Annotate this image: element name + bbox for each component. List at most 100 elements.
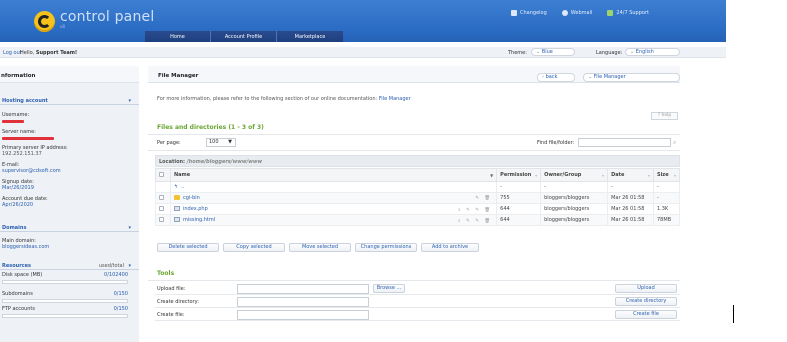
nav-account-profile[interactable]: Account Profile [211, 31, 277, 42]
top-header: control panel v8 Changelog Webmail 24/7 … [0, 0, 726, 42]
select-all-checkbox[interactable] [159, 171, 164, 177]
owner-cell: bloggers/bloggers [540, 203, 609, 215]
permission-cell[interactable]: 644 [496, 203, 542, 215]
file-name[interactable]: .. [181, 184, 184, 190]
upload-button[interactable]: Upload [615, 284, 677, 293]
nav-marketplace[interactable]: Marketplace [277, 31, 343, 42]
divider [148, 150, 680, 151]
col-name[interactable]: Name ▼ [169, 168, 498, 182]
location-select[interactable]: ⌄ File Manager [583, 73, 680, 82]
domains-header[interactable]: Domains ▾ [0, 223, 139, 232]
create-directory-input[interactable] [237, 297, 369, 307]
date-cell: - [607, 181, 654, 193]
logout-link[interactable]: Log out [3, 50, 22, 56]
create-directory-row: Create directory: Create directory [155, 296, 680, 308]
user-bar: Log out Hello, Support Team! Theme: ⌄ Bl… [0, 47, 726, 58]
col-owner[interactable]: Owner/Group ▾ [540, 168, 609, 182]
create-directory-button[interactable]: Create directory [615, 297, 677, 306]
row-actions[interactable]: ✎ 🗑 [475, 196, 492, 201]
check-icon [607, 10, 614, 16]
divider [148, 134, 680, 135]
disk-usage-bar [2, 280, 128, 284]
theme-select[interactable]: ⌄ Blue [531, 48, 575, 56]
browse-button[interactable]: Browse ... [373, 284, 405, 293]
table-row[interactable]: cgi-bin ✎ 🗑 755 bloggers/bloggers Mar 26 … [155, 192, 681, 204]
file-icon [173, 206, 180, 211]
email-value[interactable]: supervisor@cdsoft.com [2, 168, 61, 174]
sort-icon: ▾ [535, 173, 538, 178]
permission-cell[interactable]: 755 [496, 192, 542, 204]
chevron-down-icon: ▾ [128, 225, 131, 231]
file-name[interactable]: index.php [183, 206, 208, 212]
main-domain-value[interactable]: bloggersideas.com [2, 244, 49, 250]
resources-columns: used/total [98, 263, 124, 269]
redacted-server-name [2, 137, 54, 140]
brand-name[interactable]: control panel [60, 9, 154, 25]
row-checkbox[interactable] [159, 205, 164, 211]
chevron-down-icon: ▼ [228, 139, 232, 145]
file-name[interactable]: missing.html [183, 217, 215, 223]
size-cell: - [652, 192, 681, 204]
date-cell: Mar 26 01:58 [607, 214, 654, 226]
text-cursor [733, 305, 734, 323]
col-permission[interactable]: Permission ▾ [496, 168, 542, 182]
resources-header[interactable]: Resources used/total ▾ [0, 261, 139, 270]
resource-row-ftp: FTP accounts 0/150 [2, 306, 128, 312]
delete-selected-button[interactable]: Delete selected [157, 243, 219, 252]
owner-cell: bloggers/bloggers [540, 192, 609, 204]
change-permissions-button[interactable]: Change permissions [355, 243, 417, 252]
location-bar: Location: /home/bloggers/www/www [155, 155, 680, 167]
table-row[interactable]: index.php ⌕ ✎ ✎ 🗑 644 bloggers/bloggers M… [155, 203, 681, 215]
back-button[interactable]: ‹ back [537, 73, 575, 82]
upload-file-row: Upload file: Browse ... Upload [155, 283, 680, 295]
due-value: Apr/26/2020 [2, 202, 34, 208]
row-checkbox[interactable] [159, 216, 164, 222]
add-to-archive-button[interactable]: Add to archive [421, 243, 479, 252]
row-actions[interactable]: ⌕ ✎ ✎ 🗑 [458, 207, 492, 213]
docs-link[interactable]: File Manager [379, 96, 411, 102]
server-name-label: Server name: [2, 129, 36, 135]
sidebar: nformation Hosting account ▾ Username: S… [0, 66, 139, 342]
find-label: Find file/folder: [537, 140, 575, 146]
nav-home[interactable]: Home [145, 31, 211, 42]
language-label: Language: [596, 50, 623, 56]
table-row[interactable]: ↰.. - - - - [155, 181, 681, 193]
move-selected-button[interactable]: Move selected [289, 243, 351, 252]
file-icon [173, 217, 180, 222]
row-actions[interactable]: ⌕ ✎ ✎ 🗑 [458, 218, 492, 224]
sort-icon: ▾ [673, 173, 676, 178]
tools-section-title: Tools [157, 270, 175, 277]
row-checkbox[interactable] [159, 194, 164, 200]
col-date[interactable]: Date ▾ [607, 168, 654, 182]
col-size[interactable]: Size ▾ [652, 168, 681, 182]
language-select[interactable]: ⌄ English [625, 48, 680, 56]
per-page-label: Per page: [157, 140, 181, 146]
per-page-select[interactable]: 100 ▼ [206, 138, 236, 147]
brand-version: v8 [60, 24, 65, 29]
file-name[interactable]: cgi-bin [183, 195, 200, 201]
find-input[interactable] [578, 138, 671, 147]
search-icon[interactable]: ⌕ [673, 139, 676, 147]
select-all-cell [155, 168, 171, 182]
document-icon [511, 10, 517, 16]
sort-icon: ▾ [647, 173, 650, 178]
files-table: Name ▼ Permission ▾ Owner/Group ▾ Date ▾ Siz… [155, 168, 681, 226]
sort-icon: ▼ [490, 173, 494, 178]
create-file-input[interactable] [237, 310, 369, 320]
theme-label: Theme: [508, 50, 527, 56]
table-row[interactable]: missing.html ⌕ ✎ ✎ 🗑 644 bloggers/blogger… [155, 214, 681, 226]
copy-selected-button[interactable]: Copy selected [223, 243, 285, 252]
sidebar-title: nformation [0, 66, 139, 83]
create-file-button[interactable]: Create file [615, 310, 677, 319]
permission-cell[interactable]: 644 [496, 214, 542, 226]
help-button[interactable]: ? help [651, 112, 678, 120]
upload-file-input[interactable] [237, 284, 369, 294]
support-link[interactable]: 24/7 Support [607, 10, 649, 16]
logo-icon[interactable] [34, 11, 55, 32]
webmail-link[interactable]: Webmail [561, 10, 592, 16]
bulk-actions: Delete selected Copy selected Move selec… [157, 243, 479, 252]
date-cell: Mar 26 01:58 [607, 192, 654, 204]
hosting-account-header[interactable]: Hosting account ▾ [0, 96, 139, 105]
changelog-link[interactable]: Changelog [511, 10, 547, 16]
ip-value: 192.252.151.37 [2, 151, 42, 157]
